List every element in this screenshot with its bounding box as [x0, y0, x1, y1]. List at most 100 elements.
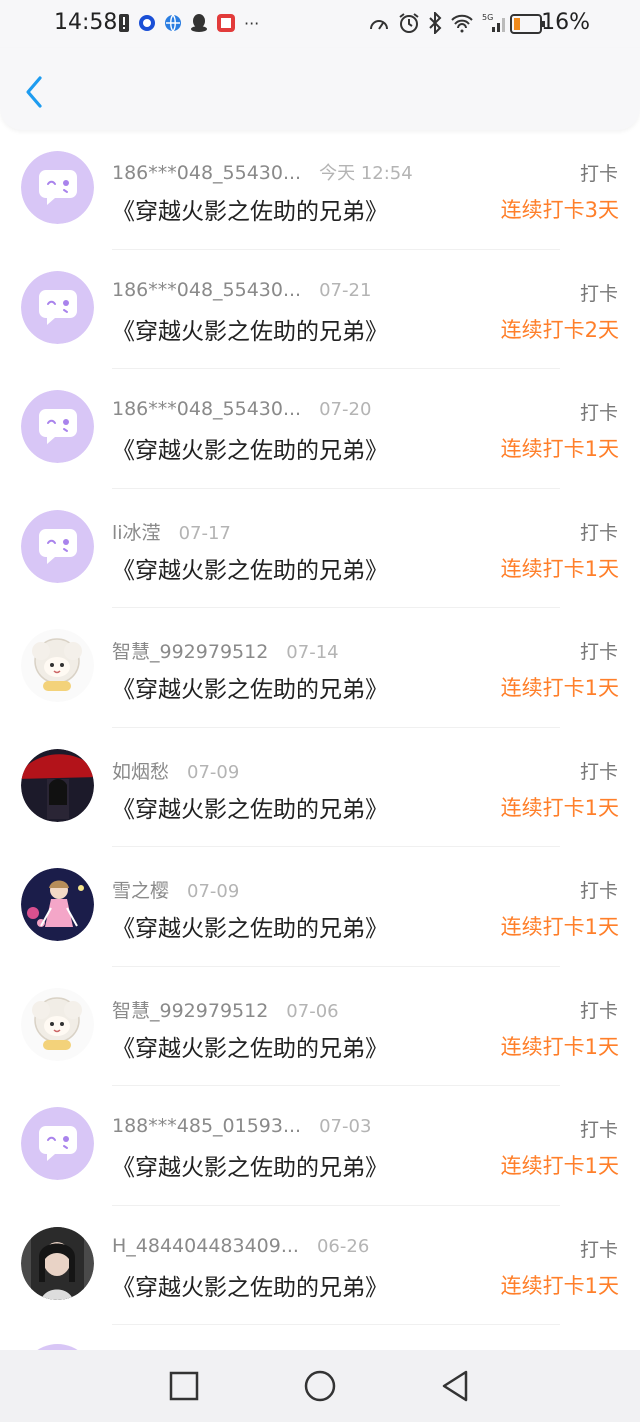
record-date: 07-21: [319, 279, 372, 301]
record-date: 07-14: [286, 642, 339, 663]
username[interactable]: li冰滢: [112, 522, 161, 544]
divider: [112, 1324, 560, 1325]
action-label: 打卡: [579, 1238, 618, 1261]
book-title[interactable]: 《穿越火影之佐助的兄弟》: [112, 1148, 388, 1182]
checkin-records-page: 14:58 ··· 5G 16% 186***048_55430... 今天 12…: [0, 0, 640, 1422]
record-meta: 186***048_55430... 07-20: [112, 398, 371, 420]
svg-text:5G: 5G: [482, 13, 493, 22]
avatar[interactable]: [21, 748, 94, 822]
list-item[interactable]: H_484404483409... 06-26 《穿越火影之佐助的兄弟》 打卡 连…: [0, 1206, 640, 1325]
reader-app-icon: [217, 14, 235, 32]
avatar[interactable]: [21, 629, 94, 702]
streak-label: 连续打卡1天: [500, 915, 619, 939]
streak-label: 连续打卡3天: [500, 198, 619, 222]
record-meta: 188***485_01593... 07-03: [112, 1115, 371, 1137]
record-meta: 186***048_55430... 今天 12:54: [112, 159, 413, 185]
record-date: 07-20: [319, 399, 372, 420]
record-meta: 智慧_992979512 07-14: [112, 637, 339, 664]
book-title[interactable]: 《穿越火影之佐助的兄弟》: [112, 909, 388, 943]
record-meta: 186***048_55430... 07-21: [112, 279, 371, 301]
book-title[interactable]: 《穿越火影之佐助的兄弟》: [112, 431, 388, 465]
username[interactable]: 186***048_55430...: [112, 162, 301, 184]
avatar[interactable]: [21, 868, 94, 941]
list-item[interactable]: 186***048_55430... 07-20 《穿越火影之佐助的兄弟》 打卡 …: [0, 369, 640, 489]
record-meta: li冰滢 07-17: [112, 518, 231, 545]
record-date: 07-09: [187, 881, 240, 902]
username[interactable]: 智慧_992979512: [112, 1000, 268, 1022]
system-icons: 5G: [368, 12, 508, 34]
chevron-left-icon[interactable]: [20, 74, 50, 110]
avatar[interactable]: [21, 509, 94, 583]
streak-label: 连续打卡1天: [500, 1273, 619, 1298]
status-time: 14:58: [54, 10, 118, 35]
record-meta: H_484404483409... 06-26: [112, 1235, 369, 1257]
action-label: 打卡: [579, 641, 618, 663]
book-title[interactable]: 《穿越火影之佐助的兄弟》: [112, 192, 388, 226]
book-title[interactable]: 《穿越火影之佐助的兄弟》: [112, 312, 388, 346]
anime-avatar-image: [21, 868, 94, 941]
username[interactable]: 188***485_01593...: [112, 1115, 301, 1137]
book-title[interactable]: 《穿越火影之佐助的兄弟》: [112, 670, 388, 704]
avatar[interactable]: [21, 1107, 94, 1180]
battery-percent: 16%: [541, 10, 590, 35]
action-label: 打卡: [579, 163, 618, 185]
status-bar: 14:58 ··· 5G 16%: [0, 0, 640, 48]
list-item[interactable]: 如烟愁 07-09 《穿越火影之佐助的兄弟》 打卡 连续打卡1天: [0, 728, 640, 847]
action-label: 打卡: [579, 521, 618, 544]
avatar[interactable]: [21, 987, 94, 1061]
speedometer-icon: [370, 20, 388, 30]
record-date: 07-17: [178, 522, 231, 544]
book-title[interactable]: 《穿越火影之佐助的兄弟》: [112, 1268, 388, 1302]
record-date: 07-06: [286, 1000, 339, 1022]
streak-label: 连续打卡1天: [500, 795, 619, 820]
record-meta: 雪之樱 07-09: [112, 876, 239, 903]
streak-label: 连续打卡1天: [500, 556, 619, 581]
globe-app-icon: [165, 14, 181, 32]
list-item[interactable]: 智慧_992979512 07-14 《穿越火影之佐助的兄弟》 打卡 连续打卡1天: [0, 608, 640, 728]
streak-label: 连续打卡1天: [500, 1034, 619, 1059]
recent-apps-icon[interactable]: [166, 1368, 202, 1404]
book-title[interactable]: 《穿越火影之佐助的兄弟》: [112, 790, 388, 824]
header-bar: [0, 48, 640, 130]
home-icon[interactable]: [302, 1368, 338, 1404]
record-meta: 如烟愁 07-09: [112, 757, 239, 784]
back-icon[interactable]: [438, 1368, 474, 1404]
alarm-icon: [399, 13, 419, 33]
avatar[interactable]: [21, 390, 94, 463]
checkin-list: 186***048_55430... 今天 12:54 《穿越火影之佐助的兄弟》 …: [0, 130, 640, 1325]
action-label: 打卡: [579, 999, 618, 1022]
record-date: 今天 12:54: [319, 163, 413, 184]
list-item[interactable]: 186***048_55430... 今天 12:54 《穿越火影之佐助的兄弟》 …: [0, 130, 640, 250]
list-item[interactable]: 188***485_01593... 07-03 《穿越火影之佐助的兄弟》 打卡 …: [0, 1086, 640, 1206]
book-title[interactable]: 《穿越火影之佐助的兄弟》: [112, 551, 388, 585]
streak-label: 连续打卡1天: [500, 437, 619, 461]
username[interactable]: 186***048_55430...: [112, 398, 301, 420]
umbrella-avatar-image: [21, 748, 94, 822]
action-label: 打卡: [579, 282, 618, 305]
streak-label: 连续打卡1天: [500, 1154, 619, 1178]
username[interactable]: H_484404483409...: [112, 1235, 299, 1257]
photo-avatar-image: [21, 1226, 94, 1300]
list-item[interactable]: 186***048_55430... 07-21 《穿越火影之佐助的兄弟》 打卡 …: [0, 250, 640, 369]
record-date: 07-09: [187, 761, 240, 783]
username[interactable]: 智慧_992979512: [112, 641, 268, 663]
avatar[interactable]: [21, 1226, 94, 1300]
qq-icon: [191, 14, 207, 32]
more-dots-icon: ···: [244, 13, 260, 33]
default-avatar-icon: [21, 1107, 94, 1180]
record-date: 06-26: [316, 1235, 370, 1257]
avatar[interactable]: [21, 270, 94, 344]
sheep-avatar-image: [21, 987, 94, 1061]
list-item[interactable]: 雪之樱 07-09 《穿越火影之佐助的兄弟》 打卡 连续打卡1天: [0, 847, 640, 967]
list-item[interactable]: li冰滢 07-17 《穿越火影之佐助的兄弟》 打卡 连续打卡1天: [0, 489, 640, 608]
username[interactable]: 如烟愁: [112, 761, 169, 783]
circle-app-icon: [139, 15, 155, 31]
book-title[interactable]: 《穿越火影之佐助的兄弟》: [112, 1029, 388, 1063]
username[interactable]: 186***048_55430...: [112, 279, 301, 301]
list-item[interactable]: 智慧_992979512 07-06 《穿越火影之佐助的兄弟》 打卡 连续打卡1天: [0, 967, 640, 1086]
avatar[interactable]: [21, 151, 94, 224]
sheep-avatar-image: [21, 629, 94, 702]
username[interactable]: 雪之樱: [112, 880, 169, 902]
action-label: 打卡: [579, 1119, 618, 1141]
default-avatar-icon: [21, 509, 94, 583]
